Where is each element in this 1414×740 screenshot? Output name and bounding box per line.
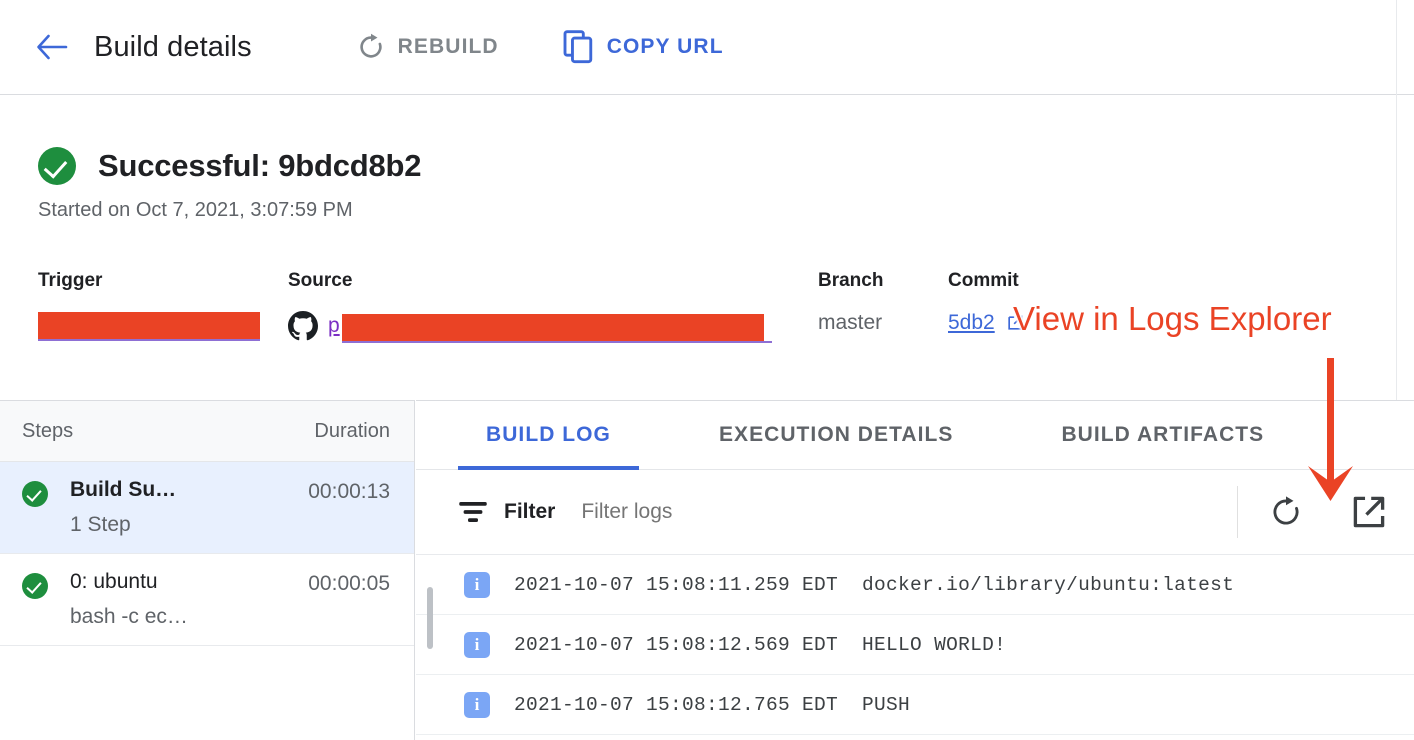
step-sub: 1 Step — [70, 513, 308, 537]
filter-actions — [1237, 486, 1388, 538]
log-entry-text: 2021-10-07 15:08:12.569 EDT HELLO WORLD! — [514, 634, 1006, 656]
info-icon: i — [464, 692, 490, 718]
redaction-bar-trigger — [38, 312, 260, 339]
github-icon — [288, 311, 318, 341]
step-sub: bash -c ec… — [70, 605, 308, 629]
tab-build-artifacts[interactable]: BUILD ARTIFACTS — [1033, 400, 1292, 470]
log-entry-text: 2021-10-07 15:08:11.259 EDT docker.io/li… — [514, 574, 1234, 596]
info-icon: i — [464, 572, 490, 598]
meta-trigger: Trigger — [38, 270, 260, 338]
meta-commit: Commit 5db2 — [948, 270, 1025, 335]
copy-url-button[interactable]: COPY URL — [563, 30, 724, 64]
app-bar: Build details REBUILD COPY URL — [0, 0, 1414, 95]
step-row[interactable]: Build Su… 1 Step 00:00:13 — [0, 462, 414, 554]
filter-bar: Filter — [416, 470, 1414, 555]
meta-source: Source p — [288, 270, 764, 341]
log-scrollbar-thumb[interactable] — [427, 587, 433, 649]
step-duration: 00:00:13 — [308, 480, 390, 504]
tab-execution-details[interactable]: EXECUTION DETAILS — [691, 400, 981, 470]
source-link-prefix[interactable]: p — [328, 314, 340, 338]
info-icon: i — [464, 632, 490, 658]
steps-header: Steps Duration — [0, 401, 414, 462]
open-in-logs-explorer-button[interactable] — [1350, 493, 1388, 531]
step-row[interactable]: 0: ubuntu bash -c ec… 00:00:05 — [0, 554, 414, 646]
copy-icon — [563, 30, 595, 64]
status-title: Successful: 9bdcd8b2 — [98, 148, 421, 184]
meta-branch: Branch master — [818, 270, 883, 335]
external-link-icon[interactable] — [1005, 313, 1025, 333]
refresh-icon — [1268, 494, 1304, 530]
step-duration: 00:00:05 — [308, 572, 390, 596]
source-value[interactable]: p — [288, 311, 764, 341]
check-circle-icon — [22, 481, 48, 507]
filter-label: Filter — [504, 500, 555, 524]
build-meta: Trigger Source p Branch master — [0, 270, 1414, 382]
commit-label: Commit — [948, 270, 1025, 292]
page-title: Build details — [94, 31, 252, 64]
build-details-page: Build details REBUILD COPY URL Successfu… — [0, 0, 1414, 740]
refresh-logs-button[interactable] — [1268, 494, 1304, 530]
branch-label: Branch — [818, 270, 883, 292]
steps-header-name: Steps — [22, 420, 73, 443]
step-name: 0: ubuntu — [70, 570, 308, 594]
lower-split: Steps Duration Build Su… 1 Step 00:00:13… — [0, 400, 1414, 740]
build-summary: Successful: 9bdcd8b2 Started on Oct 7, 2… — [0, 95, 1414, 222]
steps-header-duration: Duration — [314, 420, 390, 443]
rebuild-label: REBUILD — [398, 35, 499, 59]
redaction-bar-source — [342, 314, 764, 341]
refresh-icon — [356, 32, 386, 62]
page-edge-divider — [1396, 0, 1397, 400]
status-row: Successful: 9bdcd8b2 — [38, 147, 1414, 185]
open-in-new-icon — [1350, 493, 1388, 531]
filter-input[interactable] — [581, 500, 941, 524]
log-entry-row[interactable]: i 2021-10-07 15:08:11.259 EDT docker.io/… — [416, 555, 1414, 615]
source-label: Source — [288, 270, 764, 292]
log-entries-list: i 2021-10-07 15:08:11.259 EDT docker.io/… — [416, 555, 1414, 735]
log-entry-row[interactable]: i 2021-10-07 15:08:12.569 EDT HELLO WORL… — [416, 615, 1414, 675]
steps-panel: Steps Duration Build Su… 1 Step 00:00:13… — [0, 400, 415, 740]
back-button[interactable] — [30, 25, 74, 69]
started-timestamp: Started on Oct 7, 2021, 3:07:59 PM — [38, 199, 1414, 222]
rebuild-button[interactable]: REBUILD — [356, 32, 499, 62]
log-panel: BUILD LOG EXECUTION DETAILS BUILD ARTIFA… — [416, 400, 1414, 740]
trigger-value[interactable] — [38, 311, 260, 338]
log-entry-text: 2021-10-07 15:08:12.765 EDT PUSH — [514, 694, 910, 716]
log-entry-row[interactable]: i 2021-10-07 15:08:12.765 EDT PUSH — [416, 675, 1414, 735]
check-circle-icon — [38, 147, 76, 185]
tab-build-log[interactable]: BUILD LOG — [458, 400, 639, 470]
filter-icon[interactable] — [458, 500, 488, 524]
commit-value[interactable]: 5db2 — [948, 311, 1025, 335]
step-name: Build Su… — [70, 478, 308, 502]
commit-link[interactable]: 5db2 — [948, 311, 995, 335]
arrow-left-icon — [36, 34, 68, 60]
trigger-label: Trigger — [38, 270, 260, 292]
copy-url-label: COPY URL — [607, 35, 724, 59]
branch-value: master — [818, 311, 883, 335]
log-tabs: BUILD LOG EXECUTION DETAILS BUILD ARTIFA… — [416, 400, 1414, 470]
check-circle-icon — [22, 573, 48, 599]
